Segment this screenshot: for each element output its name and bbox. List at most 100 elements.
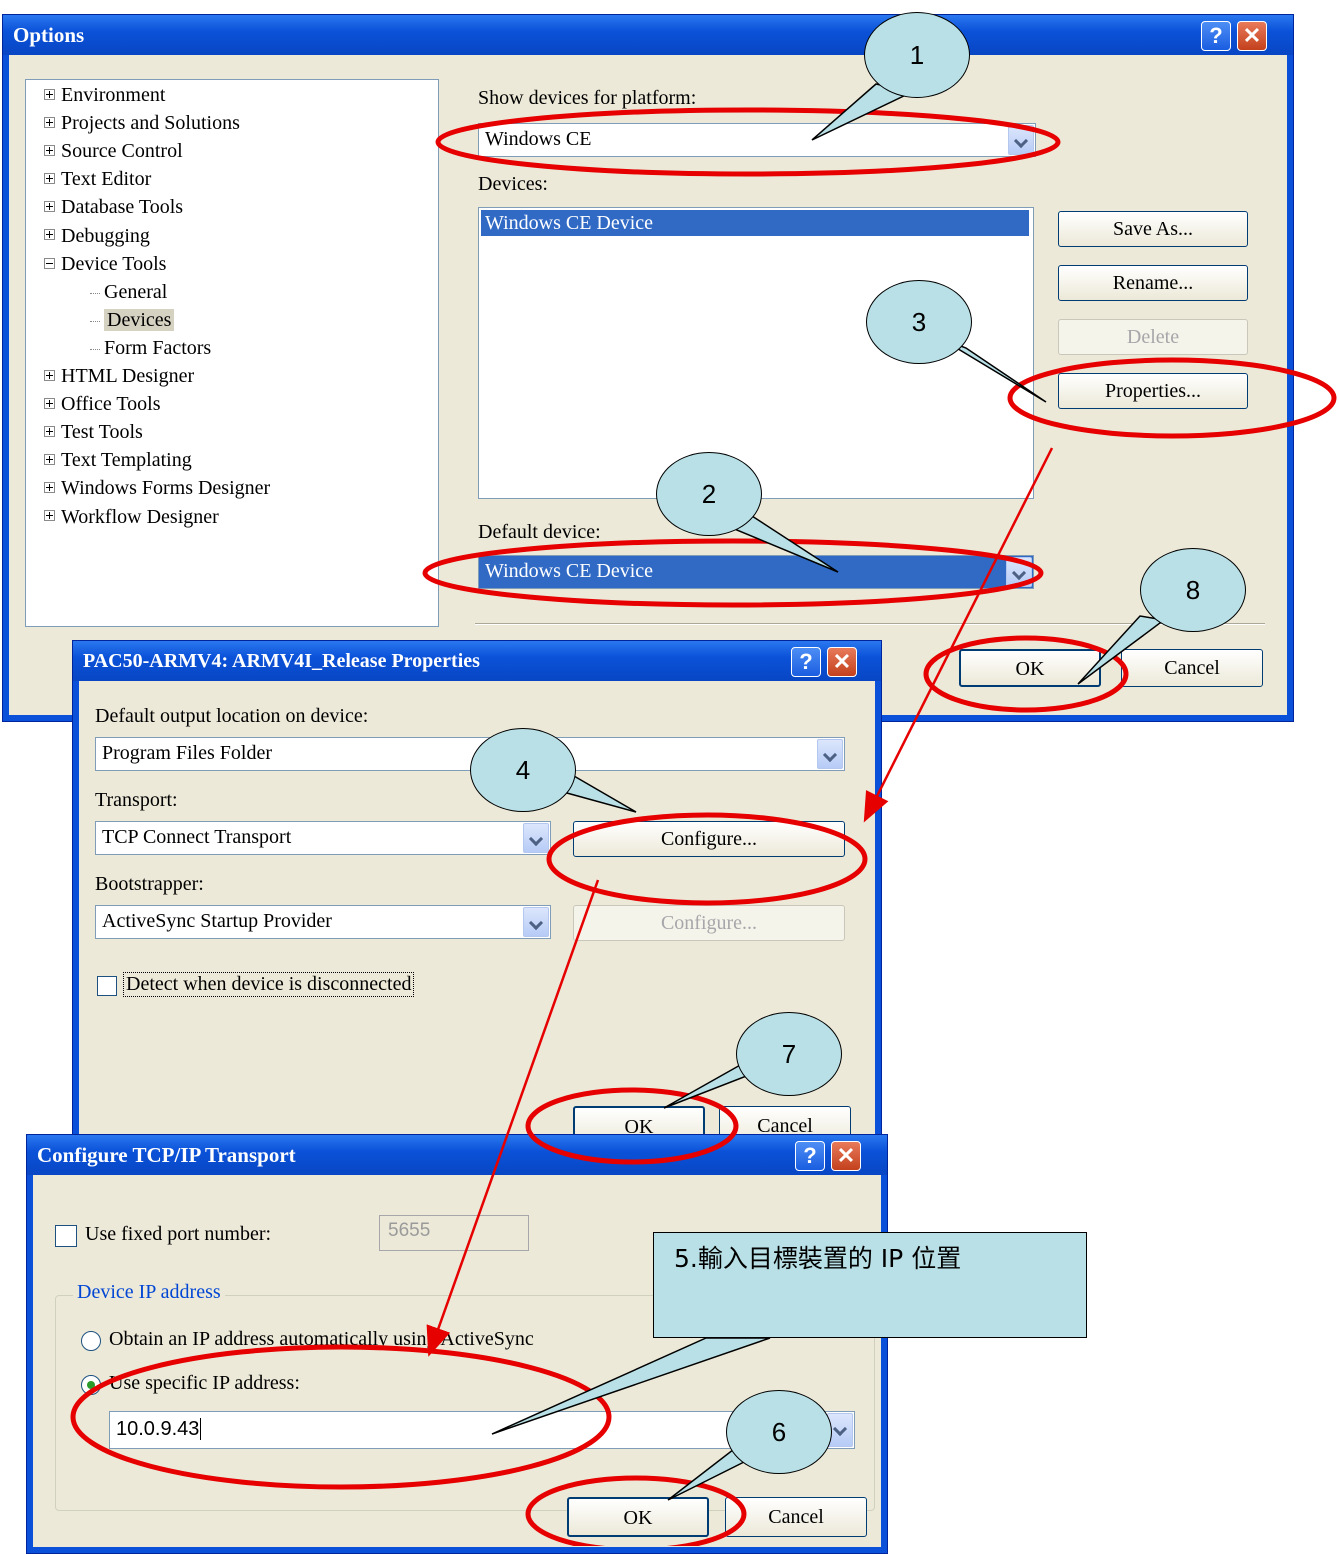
detect-checkbox[interactable] <box>97 976 117 996</box>
tree-item-label: Devices <box>104 308 175 331</box>
tree-item[interactable]: Environment <box>44 84 165 107</box>
chevron-down-icon[interactable] <box>817 739 843 769</box>
chevron-down-icon[interactable] <box>1006 557 1032 587</box>
obtain-label: Obtain an IP address automatically using… <box>109 1328 534 1350</box>
tcp-client: Use fixed port number: 5655 Device IP ad… <box>33 1175 881 1547</box>
tree-item-label: Office Tools <box>61 393 161 416</box>
options-ok-button[interactable]: OK <box>959 649 1101 687</box>
close-icon[interactable]: ✕ <box>831 1141 861 1171</box>
tree-item[interactable]: Office Tools <box>44 393 161 416</box>
default-device-value: Windows CE Device <box>485 560 654 582</box>
fixed-port-checkbox[interactable] <box>55 1225 77 1247</box>
tree-item[interactable]: Source Control <box>44 140 183 163</box>
tree-item[interactable]: General <box>90 281 167 304</box>
properties-button[interactable]: Properties... <box>1058 373 1248 409</box>
step-bubble-3: 3 <box>866 280 972 364</box>
expand-plus-icon[interactable] <box>44 145 55 157</box>
tree-item-label: General <box>104 280 168 303</box>
tree-item[interactable]: Form Factors <box>90 337 211 360</box>
expand-plus-icon[interactable] <box>44 173 55 185</box>
platform-select[interactable]: Windows CE <box>478 123 1036 157</box>
tcp-ok-button[interactable]: OK <box>567 1497 709 1537</box>
collapse-minus-icon[interactable] <box>44 257 55 269</box>
tree-connector <box>90 320 100 322</box>
save-as-button[interactable]: Save As... <box>1058 211 1248 247</box>
tree-item-label: Device Tools <box>61 252 167 275</box>
tree-item-label: Workflow Designer <box>61 505 219 528</box>
tree-item[interactable]: HTML Designer <box>44 365 194 388</box>
tree-item-label: Debugging <box>61 224 150 247</box>
tree-item[interactable]: Windows Forms Designer <box>44 477 270 500</box>
step-bubble-1: 1 <box>864 12 970 98</box>
chevron-down-icon[interactable] <box>523 907 549 937</box>
tcp-dialog: Configure TCP/IP Transport ? ✕ Use fixed… <box>26 1134 888 1554</box>
step-bubble-8: 8 <box>1140 548 1246 632</box>
close-icon[interactable]: ✕ <box>1237 21 1267 51</box>
bootstrapper-select[interactable]: ActiveSync Startup Provider <box>95 905 551 939</box>
properties-title: PAC50-ARMV4: ARMV4I_Release Properties <box>73 641 881 681</box>
group-label: Device IP address <box>73 1281 225 1304</box>
expand-plus-icon[interactable] <box>44 398 55 409</box>
options-tree[interactable]: Environment Projects and Solutions Source … <box>25 79 439 627</box>
tree-item[interactable]: Projects and Solutions <box>44 112 240 135</box>
tree-item[interactable]: Text Editor <box>44 168 151 191</box>
expand-plus-icon[interactable] <box>44 88 55 100</box>
tree-item[interactable]: Test Tools <box>44 421 143 444</box>
help-icon[interactable]: ? <box>1201 21 1231 51</box>
step-bubble-2: 2 <box>656 452 762 536</box>
help-icon[interactable]: ? <box>791 647 821 677</box>
detect-label[interactable]: Detect when device is disconnected <box>123 972 415 997</box>
rename-button[interactable]: Rename... <box>1058 265 1248 301</box>
bootstrapper-label: Bootstrapper: <box>95 873 204 895</box>
expand-plus-icon[interactable] <box>44 369 55 381</box>
obtain-radio[interactable] <box>81 1331 101 1351</box>
expand-plus-icon[interactable] <box>44 229 55 241</box>
options-cancel-button[interactable]: Cancel <box>1121 649 1263 687</box>
expand-plus-icon[interactable] <box>44 426 55 438</box>
tree-item[interactable]: Database Tools <box>44 196 183 219</box>
platform-label: Show devices for platform: <box>478 87 697 109</box>
tree-item-label: Text Editor <box>61 168 152 191</box>
expand-plus-icon[interactable] <box>44 117 55 128</box>
delete-button: Delete <box>1058 319 1248 355</box>
step-note-5: 5.輸入目標裝置的 IP 位置 <box>653 1232 1087 1338</box>
platform-value: Windows CE <box>485 128 592 150</box>
chevron-down-icon[interactable] <box>1008 125 1034 155</box>
close-icon[interactable]: ✕ <box>827 647 857 677</box>
options-window: Options ? ✕ Environment Projects and Solu… <box>2 14 1294 722</box>
specific-radio[interactable] <box>81 1375 101 1395</box>
port-input: 5655 <box>379 1215 529 1251</box>
tcp-title: Configure TCP/IP Transport <box>27 1135 887 1175</box>
text-cursor <box>200 1418 202 1440</box>
options-title: Options <box>3 15 1293 55</box>
expand-plus-icon[interactable] <box>44 510 55 522</box>
expand-plus-icon[interactable] <box>44 482 55 494</box>
expand-plus-icon[interactable] <box>44 454 55 466</box>
tree-item[interactable]: Devices <box>90 308 175 332</box>
configure-disabled-button: Configure... <box>573 905 845 941</box>
tree-item-label: Database Tools <box>61 196 184 219</box>
tree-item-label: Projects and Solutions <box>61 112 240 135</box>
tree-item[interactable]: Text Templating <box>44 449 192 472</box>
transport-label: Transport: <box>95 789 178 811</box>
step-bubble-7: 7 <box>736 1012 842 1096</box>
tree-connector <box>90 348 100 350</box>
step-bubble-6: 6 <box>726 1390 832 1474</box>
tree-item[interactable]: Debugging <box>44 225 150 248</box>
tcp-cancel-button[interactable]: Cancel <box>725 1497 867 1537</box>
transport-value: TCP Connect Transport <box>102 826 292 848</box>
default-device-select[interactable]: Windows CE Device <box>478 555 1034 589</box>
specific-label: Use specific IP address: <box>109 1372 300 1394</box>
configure-button[interactable]: Configure... <box>573 821 845 857</box>
chevron-down-icon[interactable] <box>523 823 549 853</box>
fixed-port-label: Use fixed port number: <box>85 1223 272 1245</box>
transport-select[interactable]: TCP Connect Transport <box>95 821 551 855</box>
output-value: Program Files Folder <box>102 742 272 764</box>
tree-item[interactable]: Device Tools <box>44 253 166 276</box>
help-icon[interactable]: ? <box>795 1141 825 1171</box>
tree-item-label: Windows Forms Designer <box>61 477 271 500</box>
tree-item-label: Form Factors <box>104 336 212 359</box>
tree-item[interactable]: Workflow Designer <box>44 506 219 529</box>
expand-plus-icon[interactable] <box>44 201 55 213</box>
device-item-selected[interactable]: Windows CE Device <box>481 210 1029 236</box>
